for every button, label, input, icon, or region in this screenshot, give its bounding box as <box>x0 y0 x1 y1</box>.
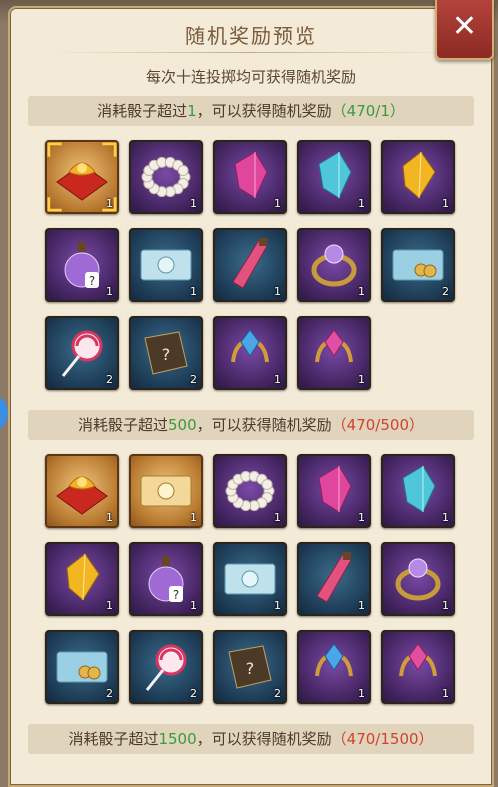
item-count: 1 <box>274 599 281 612</box>
item-count: 1 <box>274 197 281 210</box>
item-count: 1 <box>442 197 449 210</box>
section-threshold: 500 <box>168 416 197 434</box>
reward-item-tile[interactable]: 1 <box>297 542 371 616</box>
section-header-3: 消耗骰子超过1500，可以获得随机奖励（470/1500） <box>28 724 474 754</box>
reward-item-tile[interactable]: 1 <box>129 454 203 528</box>
reward-item-tile[interactable]: 1 <box>297 228 371 302</box>
reward-item-tile[interactable]: ? 2 <box>129 316 203 390</box>
section-threshold: 1 <box>187 102 197 120</box>
section-prefix: 消耗骰子超过 <box>78 416 169 434</box>
svg-text:?: ? <box>246 659 255 678</box>
reward-item-tile[interactable]: 1 <box>213 228 287 302</box>
item-count: 1 <box>190 511 197 524</box>
item-count: 1 <box>358 511 365 524</box>
section-header-1: 消耗骰子超过1，可以获得随机奖励（470/1） <box>28 96 474 126</box>
reward-item-tile[interactable]: ? 1 <box>129 542 203 616</box>
panel-subtitle: 每次十连投掷均可获得随机奖励 <box>145 68 356 86</box>
close-icon: ✕ <box>451 9 478 44</box>
reward-item-tile[interactable]: 2 <box>129 630 203 704</box>
section-prefix: 消耗骰子超过 <box>68 730 159 748</box>
reward-item-tile[interactable]: 1 <box>297 316 371 390</box>
svg-text:?: ? <box>162 345 171 364</box>
reward-item-tile[interactable]: 1 <box>213 542 287 616</box>
item-count: 1 <box>106 285 113 298</box>
item-count: 2 <box>106 687 113 700</box>
reward-item-tile[interactable]: 1 <box>129 228 203 302</box>
item-count: 1 <box>190 197 197 210</box>
item-count: 1 <box>274 373 281 386</box>
item-count: 2 <box>190 687 197 700</box>
section-suffix: ，可以获得随机奖励 <box>196 730 332 748</box>
item-count: 2 <box>442 285 449 298</box>
item-count: 1 <box>358 285 365 298</box>
section-header-2: 消耗骰子超过500，可以获得随机奖励（470/500） <box>28 410 474 440</box>
item-count: 1 <box>358 599 365 612</box>
section-suffix: ，可以获得随机奖励 <box>196 102 332 120</box>
reward-item-tile[interactable]: 1 <box>45 454 119 528</box>
reward-item-tile[interactable]: 1 <box>297 454 371 528</box>
svg-text:?: ? <box>89 274 95 288</box>
reward-item-tile[interactable]: 1 <box>381 140 455 214</box>
reward-item-tile[interactable]: 1 <box>381 454 455 528</box>
item-count: 1 <box>358 197 365 210</box>
section-progress: （470/1） <box>331 102 405 120</box>
reward-item-tile[interactable]: 1 <box>297 630 371 704</box>
reward-item-tile[interactable]: 2 <box>45 630 119 704</box>
item-count: 1 <box>358 687 365 700</box>
reward-item-tile[interactable]: 1 <box>213 454 287 528</box>
title-divider <box>50 52 450 53</box>
reward-item-tile[interactable]: 1 <box>45 542 119 616</box>
section-suffix: ，可以获得随机奖励 <box>196 416 332 434</box>
reward-item-tile[interactable]: 1 <box>129 140 203 214</box>
reward-item-tile[interactable]: 1 <box>213 316 287 390</box>
section-progress: （470/500） <box>331 416 424 434</box>
svg-text:?: ? <box>173 588 179 602</box>
item-count: 1 <box>274 285 281 298</box>
section-threshold: 1500 <box>158 730 197 748</box>
close-button[interactable]: ✕ <box>435 0 494 60</box>
reward-item-tile[interactable]: 2 <box>45 316 119 390</box>
item-count: 1 <box>106 599 113 612</box>
item-count: 1 <box>358 373 365 386</box>
section-progress: （470/1500） <box>331 730 434 748</box>
reward-item-tile[interactable]: ? 2 <box>213 630 287 704</box>
item-count: 2 <box>190 373 197 386</box>
item-count: 1 <box>442 599 449 612</box>
item-count: 1 <box>190 285 197 298</box>
item-count: 1 <box>106 511 113 524</box>
item-count: 1 <box>442 687 449 700</box>
reward-item-tile[interactable]: 2 <box>381 228 455 302</box>
reward-item-tile[interactable]: ? 1 <box>45 228 119 302</box>
item-count: 1 <box>106 197 113 210</box>
item-count: 1 <box>274 511 281 524</box>
reward-item-tile[interactable]: 1 <box>381 542 455 616</box>
reward-item-tile[interactable]: 1 <box>213 140 287 214</box>
reward-item-tile[interactable]: 1 <box>45 140 119 214</box>
side-tab[interactable] <box>0 393 8 433</box>
item-count: 1 <box>442 511 449 524</box>
item-count: 1 <box>190 599 197 612</box>
item-count: 2 <box>274 687 281 700</box>
reward-preview-panel: 随机奖励预览 每次十连投掷均可获得随机奖励 消耗骰子超过1，可以获得随机奖励（4… <box>8 6 494 787</box>
section-prefix: 消耗骰子超过 <box>97 102 188 120</box>
reward-item-tile[interactable]: 1 <box>297 140 371 214</box>
item-count: 2 <box>106 373 113 386</box>
panel-title: 随机奖励预览 <box>185 24 317 48</box>
reward-item-tile[interactable]: 1 <box>381 630 455 704</box>
